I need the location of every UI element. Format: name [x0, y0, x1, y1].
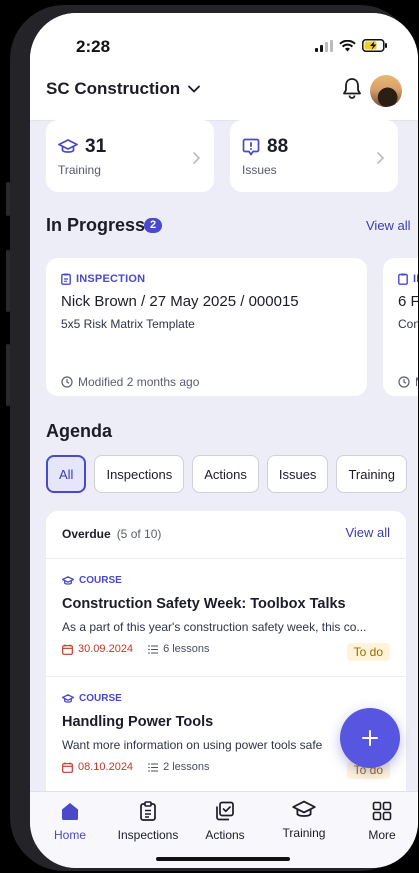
home-icon	[62, 803, 78, 820]
grid-icon	[372, 801, 392, 821]
filter-chip-issues[interactable]: Issues	[266, 455, 329, 493]
item-description: Want more information on using power too…	[62, 738, 323, 752]
actions-icon	[216, 801, 234, 821]
filter-chip-inspections[interactable]: Inspections	[94, 455, 185, 493]
card-title: 6 Fe	[398, 293, 418, 310]
item-title: Handling Power Tools	[62, 714, 214, 730]
screen: 2:28 SC Construction 31 Training 88 Issu…	[30, 13, 418, 868]
nav-label-inspections: Inspections	[117, 828, 179, 842]
wifi-icon	[339, 39, 356, 51]
nav-label-more: More	[368, 828, 396, 842]
card-type-label: IN	[413, 273, 418, 285]
issue-alert-icon	[242, 138, 260, 156]
filter-chip-all[interactable]: All	[46, 455, 87, 493]
in-progress-title: In Progress	[46, 215, 146, 235]
nav-inspections[interactable]: Inspections	[110, 800, 186, 842]
issues-label: Issues	[242, 163, 277, 177]
item-lessons: 6 lessons	[163, 643, 210, 655]
item-due-date: 08.10.2024	[78, 761, 134, 773]
issues-stat-card[interactable]: 88 Issues	[230, 120, 398, 192]
org-name: SC Construction	[46, 79, 181, 98]
chevron-down-icon	[188, 85, 201, 93]
status-time: 2:28	[76, 37, 111, 56]
nav-home[interactable]: Home	[32, 800, 108, 842]
signal-icon	[315, 39, 333, 52]
agenda-filter-chips: All Inspections Actions Issues Training	[46, 455, 407, 493]
item-title: Construction Safety Week: Toolbox Talks	[62, 596, 346, 612]
overdue-view-all[interactable]: View all	[345, 525, 390, 540]
list-icon	[148, 644, 159, 654]
status-badge: To do	[346, 643, 390, 661]
training-label: Training	[58, 163, 101, 177]
in-progress-card[interactable]: IN 6 Fe Con M	[383, 258, 418, 396]
clock-icon	[398, 376, 410, 388]
in-progress-card[interactable]: INSPECTION Nick Brown / 27 May 2025 / 00…	[46, 258, 367, 396]
nav-label-training: Training	[282, 826, 326, 840]
training-stat-card[interactable]: 31 Training	[46, 120, 214, 192]
calendar-icon	[62, 762, 73, 773]
inspection-clipboard-icon	[61, 273, 71, 285]
nav-more[interactable]: More	[344, 800, 418, 842]
status-icons	[315, 39, 388, 52]
org-switcher[interactable]: SC Construction	[46, 79, 201, 99]
nav-training[interactable]: Training	[266, 800, 342, 840]
training-count: 31	[85, 136, 107, 157]
item-description: As a part of this year's construction sa…	[62, 620, 367, 634]
course-icon	[62, 693, 74, 703]
overdue-heading: Overdue	[62, 527, 111, 541]
course-icon	[62, 575, 74, 585]
card-modified: Modified 2 months ago	[78, 375, 200, 389]
in-progress-count-badge: 2	[144, 218, 162, 233]
chevron-right-icon	[193, 152, 200, 164]
card-type-label: INSPECTION	[76, 273, 146, 285]
issues-count: 88	[267, 136, 289, 157]
phone-frame: 2:28 SC Construction 31 Training 88 Issu…	[10, 5, 418, 871]
graduation-cap-icon	[292, 800, 316, 817]
filter-chip-actions[interactable]: Actions	[192, 455, 259, 493]
item-due-date: 30.09.2024	[78, 643, 134, 655]
agenda-title: Agenda	[46, 421, 113, 441]
nav-label-actions: Actions	[205, 828, 245, 842]
home-indicator	[156, 857, 290, 861]
item-type: COURSE	[79, 575, 122, 586]
clock-icon	[61, 376, 73, 388]
item-type: COURSE	[79, 693, 122, 704]
graduation-cap-icon	[58, 139, 78, 153]
add-fab-button[interactable]	[340, 708, 400, 768]
calendar-icon	[62, 644, 73, 655]
item-lessons: 2 lessons	[163, 761, 210, 773]
overdue-header: Overdue (5 of 10) View all	[46, 511, 406, 559]
app-header: 2:28 SC Construction	[30, 13, 418, 121]
clipboard-icon	[140, 801, 156, 821]
chevron-right-icon	[377, 152, 384, 164]
card-subtitle: Con	[398, 317, 418, 331]
in-progress-view-all[interactable]: View all	[366, 218, 411, 233]
bell-icon[interactable]	[342, 77, 362, 99]
card-title: Nick Brown / 27 May 2025 / 000015	[61, 293, 299, 310]
card-subtitle: 5x5 Risk Matrix Template	[61, 317, 195, 331]
avatar[interactable]	[370, 75, 402, 107]
list-item[interactable]: COURSE Construction Safety Week: Toolbox…	[46, 559, 406, 677]
card-modified: M	[415, 375, 418, 389]
overdue-count: (5 of 10)	[116, 527, 162, 541]
nav-actions[interactable]: Actions	[187, 800, 263, 842]
nav-label-home: Home	[53, 828, 86, 842]
battery-charging-icon	[362, 39, 387, 52]
filter-chip-training[interactable]: Training	[336, 455, 407, 493]
list-icon	[148, 762, 159, 772]
plus-icon	[362, 730, 378, 746]
inspection-clipboard-icon	[398, 273, 408, 285]
